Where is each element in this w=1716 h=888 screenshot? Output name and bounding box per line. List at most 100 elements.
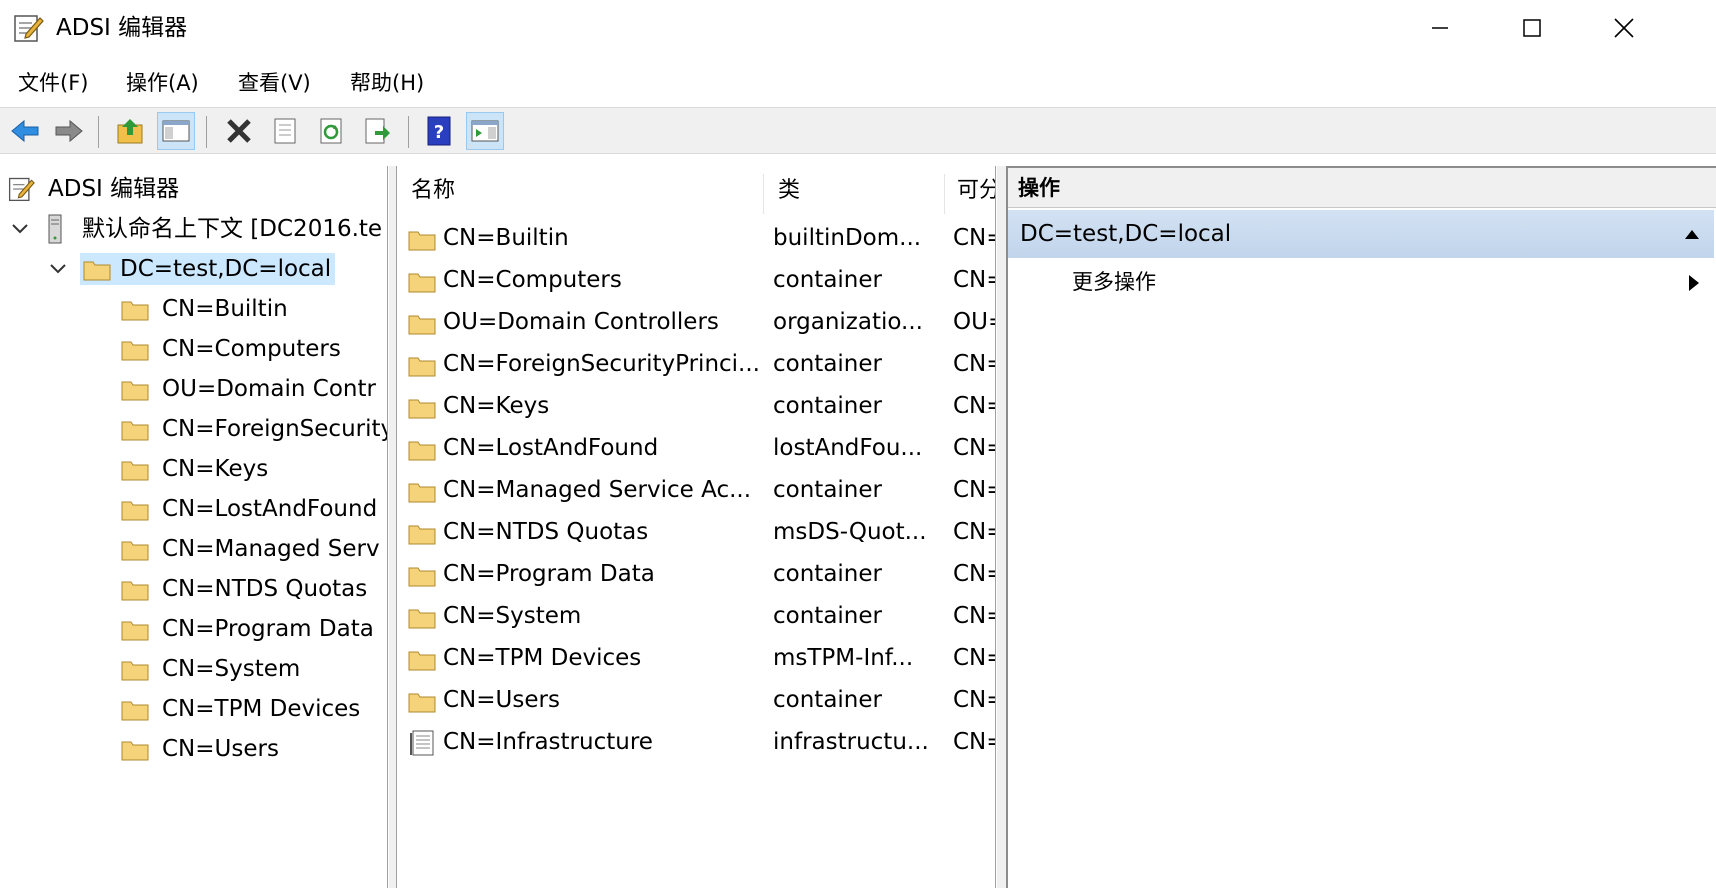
list-cell-dn: CN= bbox=[953, 519, 995, 545]
menu-help[interactable]: 帮助(H) bbox=[346, 68, 428, 98]
tree-item[interactable]: CN=Computers bbox=[120, 332, 345, 366]
column-header-dn[interactable]: 可分 bbox=[945, 166, 995, 216]
list-row[interactable]: OU=Domain Controllers organizatio... OU= bbox=[397, 302, 995, 342]
more-actions-label: 更多操作 bbox=[1072, 270, 1156, 294]
tree-item[interactable]: CN=Keys bbox=[120, 452, 272, 486]
list-cell-name: CN=ForeignSecurityPrinci... bbox=[443, 351, 760, 377]
tree-item-label: OU=Domain Contr bbox=[162, 376, 376, 402]
folder-icon bbox=[407, 476, 437, 506]
list-cell-name: CN=Managed Service Ac... bbox=[443, 477, 752, 503]
chevron-down-icon[interactable] bbox=[10, 219, 30, 239]
menu-view[interactable]: 查看(V) bbox=[234, 68, 315, 98]
back-button[interactable] bbox=[6, 112, 44, 150]
properties-icon bbox=[274, 118, 296, 144]
folder-icon bbox=[120, 374, 150, 404]
list-row[interactable]: CN=Infrastructure infrastructu... CN= bbox=[397, 722, 995, 762]
tree-item-label: CN=Program Data bbox=[162, 616, 374, 642]
chevron-down-icon[interactable] bbox=[48, 259, 68, 279]
list-row[interactable]: CN=ForeignSecurityPrinci... container CN= bbox=[397, 344, 995, 384]
list-cell-class: container bbox=[773, 687, 882, 713]
help-button[interactable]: ? bbox=[420, 112, 458, 150]
list-cell-class: organizatio... bbox=[773, 309, 923, 335]
list-row[interactable]: CN=LostAndFound lostAndFou... CN= bbox=[397, 428, 995, 468]
list-row[interactable]: CN=Keys container CN= bbox=[397, 386, 995, 426]
folder-icon bbox=[120, 534, 150, 564]
list-cell-dn: CN= bbox=[953, 225, 995, 251]
column-header-name[interactable]: 名称 bbox=[397, 166, 763, 216]
pane-splitter[interactable] bbox=[389, 166, 396, 888]
list-cell-class: container bbox=[773, 477, 882, 503]
list-row[interactable]: CN=Computers container CN= bbox=[397, 260, 995, 300]
results-list-pane: 名称 类 可分 CN=BuiltinbuiltinDom...CN=CN=Com… bbox=[396, 166, 996, 888]
pane-splitter[interactable] bbox=[997, 166, 1006, 888]
refresh-button[interactable] bbox=[312, 112, 350, 150]
menu-action[interactable]: 操作(A) bbox=[122, 68, 203, 98]
tree-item[interactable]: CN=Program Data bbox=[120, 612, 378, 646]
up-one-level-button[interactable] bbox=[112, 112, 150, 150]
tree-item-label: CN=Keys bbox=[162, 456, 269, 482]
tree-item[interactable]: CN=TPM Devices bbox=[120, 692, 364, 726]
adsi-editor-icon[interactable] bbox=[12, 12, 44, 44]
list-cell-dn: CN= bbox=[953, 561, 995, 587]
close-button[interactable] bbox=[1578, 0, 1670, 56]
tree-item[interactable]: CN=NTDS Quotas bbox=[120, 572, 371, 606]
export-list-button[interactable] bbox=[358, 112, 396, 150]
folder-icon bbox=[82, 254, 112, 284]
list-cell-class: container bbox=[773, 561, 882, 587]
actions-pane: 操作 DC=test,DC=local 更多操作 bbox=[1006, 166, 1716, 888]
list-cell-class: lostAndFou... bbox=[773, 435, 923, 461]
tree-item[interactable]: CN=Managed Serv bbox=[120, 532, 384, 566]
list-cell-name: CN=TPM Devices bbox=[443, 645, 642, 671]
list-row[interactable]: CN=Users container CN= bbox=[397, 680, 995, 720]
list-row[interactable]: CN=TPM Devices msTPM-Inf... CN= bbox=[397, 638, 995, 678]
list-cell-name: CN=Computers bbox=[443, 267, 622, 293]
collapse-up-triangle-icon[interactable] bbox=[1684, 228, 1700, 240]
delete-button[interactable] bbox=[220, 112, 258, 150]
list-row[interactable]: CN=NTDS Quotas msDS-Quot... CN= bbox=[397, 512, 995, 552]
list-cell-dn: CN= bbox=[953, 603, 995, 629]
tree-naming-context[interactable]: 默认命名上下文 [DC2016.te bbox=[10, 212, 386, 246]
list-cell-dn: OU= bbox=[953, 309, 995, 335]
console-tree-toggle-button[interactable] bbox=[157, 112, 195, 150]
list-cell-name: CN=NTDS Quotas bbox=[443, 519, 649, 545]
minimize-icon bbox=[1432, 27, 1448, 29]
minimize-button[interactable] bbox=[1394, 0, 1486, 56]
tree-item[interactable]: CN=LostAndFound bbox=[120, 492, 381, 526]
column-header-class[interactable]: 类 bbox=[764, 166, 944, 216]
list-row[interactable]: CN=Builtin builtinDom... CN= bbox=[397, 218, 995, 258]
maximize-button[interactable] bbox=[1486, 0, 1578, 56]
tree-item[interactable]: OU=Domain Contr bbox=[120, 372, 380, 406]
list-cell-class: msTPM-Inf... bbox=[773, 645, 914, 671]
tree-root[interactable]: ADSI 编辑器 bbox=[6, 172, 183, 206]
folder-icon bbox=[120, 574, 150, 604]
list-cell-name: CN=System bbox=[443, 603, 582, 629]
actions-item-more-actions[interactable]: 更多操作 bbox=[1008, 260, 1714, 304]
list-row[interactable]: CN=Program Data container CN= bbox=[397, 554, 995, 594]
actions-section-domain[interactable]: DC=test,DC=local bbox=[1008, 210, 1714, 258]
list-row[interactable]: CN=System container CN= bbox=[397, 596, 995, 636]
list-cell-dn: CN= bbox=[953, 435, 995, 461]
tree-item[interactable]: CN=ForeignSecurity bbox=[120, 412, 387, 446]
toolbar-separator bbox=[408, 116, 409, 148]
list-cell-class: container bbox=[773, 351, 882, 377]
list-cell-dn: CN= bbox=[953, 687, 995, 713]
console-tree-pane: ADSI 编辑器 默认命名上下文 [DC2016.te DC=test,DC=l… bbox=[0, 166, 388, 888]
menu-file[interactable]: 文件(F) bbox=[14, 68, 92, 98]
list-cell-dn: CN= bbox=[953, 477, 995, 503]
list-cell-name: CN=Builtin bbox=[443, 225, 569, 251]
tree-item[interactable]: CN=System bbox=[120, 652, 304, 686]
folder-icon bbox=[407, 266, 437, 296]
list-row[interactable]: CN=Managed Service Ac... container CN= bbox=[397, 470, 995, 510]
tree-item[interactable]: CN=Users bbox=[120, 732, 283, 766]
folder-icon bbox=[407, 518, 437, 548]
list-cell-class: container bbox=[773, 603, 882, 629]
folder-icon bbox=[407, 644, 437, 674]
forward-button[interactable] bbox=[50, 112, 88, 150]
action-pane-toggle-button[interactable] bbox=[466, 112, 504, 150]
delete-x-icon bbox=[227, 119, 251, 143]
adsi-editor-icon bbox=[6, 174, 36, 204]
properties-button[interactable] bbox=[266, 112, 304, 150]
tree-domain[interactable]: DC=test,DC=local bbox=[48, 252, 336, 286]
tree-item[interactable]: CN=Builtin bbox=[120, 292, 292, 326]
folder-icon bbox=[120, 734, 150, 764]
